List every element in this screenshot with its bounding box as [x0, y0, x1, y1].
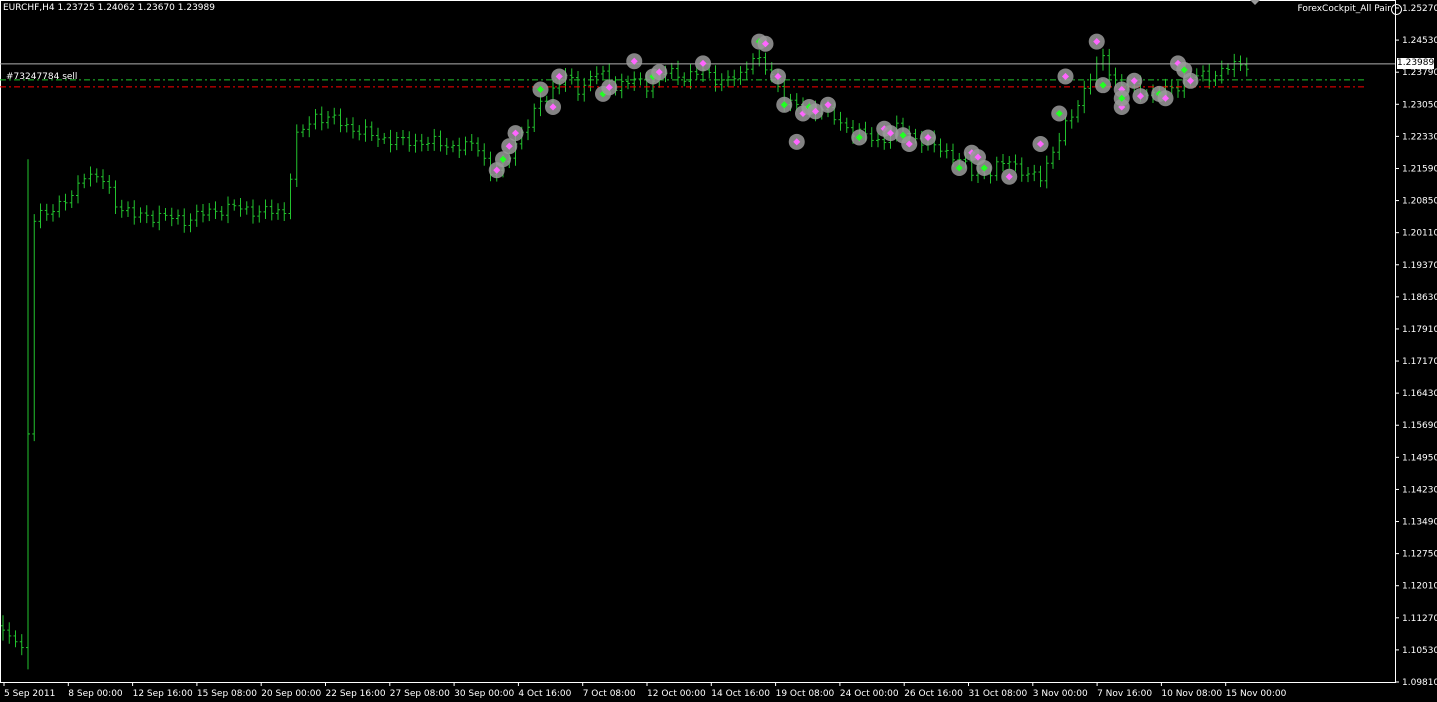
x-tick-label: 15 Nov 00:00: [1226, 689, 1287, 699]
y-tick-label: 1.25270: [1402, 4, 1437, 14]
y-tick-label: 1.09810: [1402, 678, 1437, 688]
y-tick-label: 1.10530: [1402, 646, 1437, 656]
smiley-icon[interactable]: [1391, 4, 1402, 15]
indicator-name: ForexCockpit_All Pair: [1297, 4, 1391, 14]
y-tick-label: 1.21590: [1402, 164, 1437, 174]
y-tick-label: 1.15690: [1402, 421, 1437, 431]
x-tick-label: 22 Sep 16:00: [326, 689, 386, 699]
y-tick-label: 1.20110: [1402, 229, 1437, 239]
order-label[interactable]: #73247784 sell: [6, 72, 77, 83]
y-tick-label: 1.24530: [1402, 36, 1437, 46]
y-tick-label: 1.13490: [1402, 518, 1437, 528]
x-tick-label: 12 Oct 00:00: [647, 689, 706, 699]
y-tick-label: 1.12010: [1402, 582, 1437, 592]
y-tick-label: 1.11270: [1402, 614, 1437, 624]
y-tick-label: 1.20850: [1402, 197, 1437, 207]
y-tick-label: 1.18630: [1402, 293, 1437, 303]
x-tick-label: 8 Sep 00:00: [68, 689, 123, 699]
x-tick-label: 27 Sep 08:00: [390, 689, 450, 699]
bid-price-label: 1.23989: [1397, 58, 1435, 69]
y-tick-label: 1.17910: [1402, 325, 1437, 335]
x-tick-label: 24 Oct 00:00: [840, 689, 899, 699]
symbol-info: EURCHF,H4 1.23725 1.24062 1.23670 1.2398…: [3, 3, 215, 13]
x-tick-label: 14 Oct 16:00: [711, 689, 770, 699]
x-tick-label: 10 Nov 08:00: [1161, 689, 1222, 699]
chart-frame: [0, 0, 1396, 683]
x-tick-label: 5 Sep 2011: [4, 689, 55, 699]
x-tick-label: 15 Sep 08:00: [197, 689, 257, 699]
x-tick-label: 12 Sep 16:00: [133, 689, 193, 699]
price-chart[interactable]: 1.25270 1.24530 1.23790 1.23050 1.22330 1.215…: [0, 0, 1437, 702]
y-tick-label: 1.22330: [1402, 132, 1437, 142]
y-tick-label: 1.14950: [1402, 453, 1437, 463]
x-tick-label: 7 Nov 16:00: [1097, 689, 1152, 699]
y-tick-label: 1.12750: [1402, 550, 1437, 560]
y-tick-label: 1.17170: [1402, 357, 1437, 367]
y-tick-label: 1.19370: [1402, 261, 1437, 271]
x-tick-label: 30 Sep 00:00: [454, 689, 514, 699]
y-tick-label: 1.16430: [1402, 389, 1437, 399]
x-tick-label: 26 Oct 16:00: [904, 689, 963, 699]
x-tick-label: 7 Oct 08:00: [583, 689, 636, 699]
x-tick-label: 3 Nov 00:00: [1033, 689, 1088, 699]
x-tick-label: 19 Oct 08:00: [776, 689, 835, 699]
y-tick-label: 1.23790: [1402, 68, 1437, 78]
x-tick-label: 4 Oct 16:00: [518, 689, 571, 699]
chart-window[interactable]: 1.25270 1.24530 1.23790 1.23050 1.22330 1.215…: [0, 0, 1437, 702]
x-tick-label: 20 Sep 00:00: [261, 689, 321, 699]
chevron-down-icon[interactable]: [1250, 0, 1260, 5]
x-tick-label: 31 Oct 08:00: [969, 689, 1028, 699]
y-tick-label: 1.23050: [1402, 100, 1437, 110]
y-tick-label: 1.14230: [1402, 485, 1437, 495]
